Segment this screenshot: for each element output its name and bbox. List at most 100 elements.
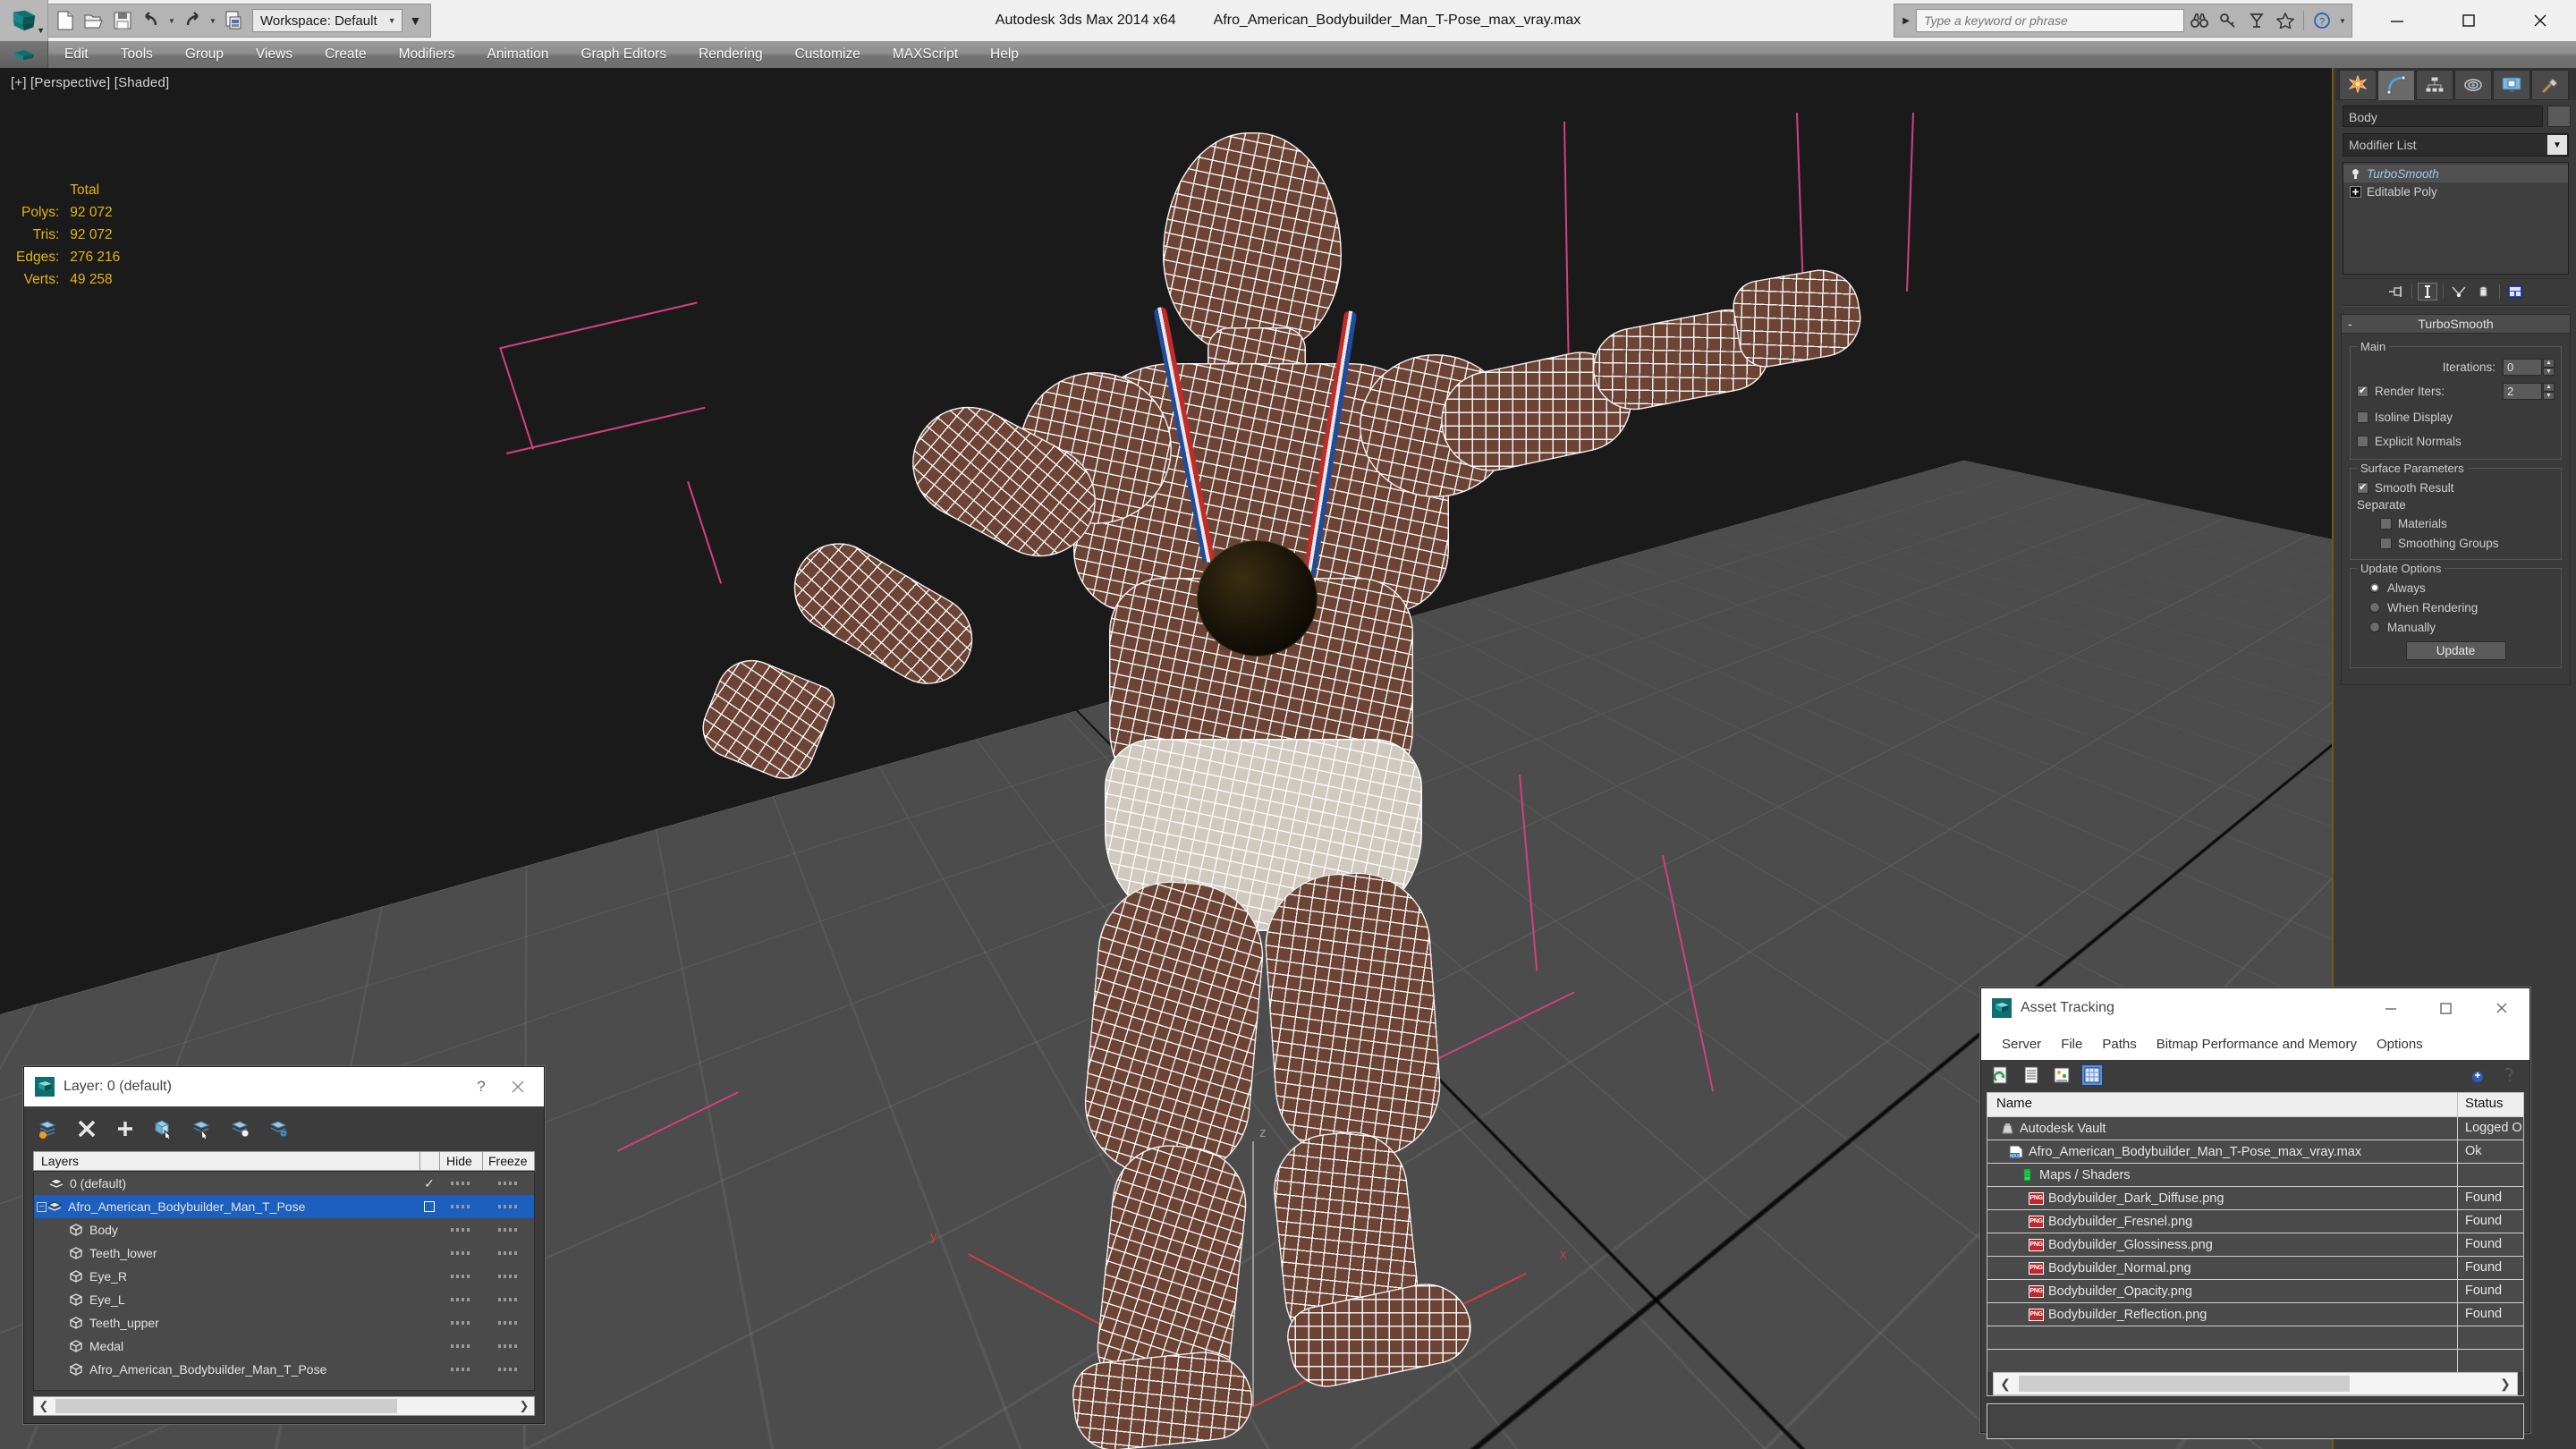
hide-toggle[interactable] — [439, 1298, 482, 1301]
maximize-button[interactable] — [2433, 0, 2504, 41]
modifier-stack[interactable]: TurboSmooth Editable Poly — [2343, 162, 2569, 275]
help-icon[interactable]: ? — [465, 1078, 497, 1096]
menu-file[interactable]: File — [2051, 1037, 2092, 1052]
asset-tracking-titlebar[interactable]: Asset Tracking — [1981, 988, 2529, 1028]
menu-modifiers[interactable]: Modifiers — [383, 41, 471, 68]
separate-materials-row[interactable]: Materials — [2380, 514, 2555, 532]
communication-center-icon[interactable] — [2243, 7, 2270, 34]
update-manually-row[interactable]: Manually — [2369, 618, 2555, 636]
isoline-display-checkbox[interactable] — [2357, 411, 2368, 423]
update-always-row[interactable]: Always — [2369, 579, 2555, 597]
asset-row[interactable]: PNG Bodybuilder_Normal.png Found — [1987, 1256, 2523, 1279]
iterations-spinner[interactable]: 0 ▲ ▼ — [2503, 359, 2555, 376]
update-manually-radio[interactable] — [2369, 622, 2380, 632]
render-iters-value[interactable]: 2 — [2503, 383, 2542, 400]
select-highlighted-objects-icon[interactable] — [191, 1117, 214, 1140]
asset-tracking-table[interactable]: Name Status Autodesk Vault Logged O MAX — [1987, 1092, 2524, 1396]
select-objects-in-layer-icon[interactable] — [152, 1117, 175, 1140]
refresh-icon[interactable] — [1990, 1064, 2012, 1086]
explicit-normals-row[interactable]: Explicit Normals — [2357, 431, 2555, 452]
hide-toggle[interactable] — [439, 1182, 482, 1185]
add-selection-to-layer-icon[interactable] — [114, 1117, 137, 1140]
freeze-toggle[interactable] — [482, 1344, 534, 1348]
scrollbar-thumb[interactable] — [2019, 1376, 2350, 1392]
show-end-result-icon[interactable] — [2418, 283, 2437, 301]
layer-row[interactable]: Eye_L — [34, 1288, 534, 1311]
freeze-toggle[interactable] — [482, 1321, 534, 1325]
modifier-stack-item-editable-poly[interactable]: Editable Poly — [2343, 182, 2568, 200]
update-always-radio[interactable] — [2369, 582, 2380, 593]
object-name-field[interactable]: Body — [2343, 106, 2543, 127]
menu-animation[interactable]: Animation — [471, 41, 565, 68]
search-binoculars-icon[interactable] — [2186, 7, 2213, 34]
layer-row[interactable]: Eye_R — [34, 1265, 534, 1288]
hide-toggle[interactable] — [439, 1251, 482, 1255]
utilities-tab[interactable] — [2531, 70, 2569, 100]
redo-dropdown-icon[interactable]: ▼ — [208, 17, 218, 25]
subscription-key-icon[interactable] — [2215, 7, 2241, 34]
minimize-button[interactable] — [2361, 0, 2433, 41]
separate-materials-checkbox[interactable] — [2380, 517, 2392, 530]
paths-view-icon[interactable] — [2051, 1064, 2072, 1086]
hierarchy-tab[interactable] — [2416, 70, 2453, 100]
menu-graph-editors[interactable]: Graph Editors — [564, 41, 682, 68]
help-dropdown-icon[interactable]: ▼ — [2337, 17, 2348, 25]
layer-dialog-titlebar[interactable]: Layer: 0 (default) ? — [24, 1067, 544, 1106]
collapse-icon[interactable]: − — [37, 1201, 47, 1212]
scroll-right-icon[interactable]: ❯ — [2494, 1377, 2517, 1392]
scroll-right-icon[interactable]: ❯ — [514, 1399, 534, 1413]
update-button[interactable]: Update — [2405, 641, 2506, 660]
make-unique-icon[interactable] — [2449, 283, 2469, 301]
freeze-toggle[interactable] — [482, 1205, 534, 1208]
modifier-list-dropdown[interactable]: Modifier List ▼ — [2343, 133, 2569, 157]
asset-tracking-dialog[interactable]: Asset Tracking Server File Paths Bitmap … — [1980, 987, 2530, 1439]
modifier-stack-item-turbosmooth[interactable]: TurboSmooth — [2343, 165, 2568, 182]
favorites-star-icon[interactable] — [2272, 7, 2299, 34]
menu-maxscript[interactable]: MAXScript — [877, 41, 974, 68]
update-when-rendering-radio[interactable] — [2369, 602, 2380, 613]
remove-modifier-icon[interactable] — [2474, 283, 2494, 301]
asset-row[interactable]: PNG Bodybuilder_Dark_Diffuse.png Found — [1987, 1186, 2523, 1209]
freeze-toggle[interactable] — [482, 1228, 534, 1232]
project-folder-icon[interactable] — [220, 7, 247, 34]
viewport-label[interactable]: [+] [Perspective] [Shaded] — [11, 75, 169, 90]
menu-customize[interactable]: Customize — [779, 41, 877, 68]
asset-row[interactable]: PNG Bodybuilder_Fresnel.png Found — [1987, 1209, 2523, 1233]
menu-bitmap-performance[interactable]: Bitmap Performance and Memory — [2147, 1037, 2367, 1052]
save-file-icon[interactable] — [109, 7, 136, 34]
asset-row-empty[interactable] — [1987, 1326, 2523, 1349]
asset-row[interactable]: PNG Bodybuilder_Reflection.png Found — [1987, 1302, 2523, 1326]
asset-table-horizontal-scrollbar[interactable]: ❮ ❯ — [1993, 1372, 2518, 1395]
current-layer-check[interactable]: ✓ — [419, 1176, 439, 1191]
menu-group[interactable]: Group — [169, 41, 240, 68]
close-button[interactable] — [2504, 0, 2576, 41]
spinner-up-icon[interactable]: ▲ — [2543, 383, 2555, 392]
maximize-button[interactable] — [2419, 988, 2474, 1028]
freeze-toggle[interactable] — [482, 1368, 534, 1371]
asset-row[interactable]: PNG Bodybuilder_Opacity.png Found — [1987, 1279, 2523, 1302]
freeze-toggle[interactable] — [482, 1275, 534, 1278]
close-button[interactable] — [2474, 988, 2529, 1028]
redo-icon[interactable] — [179, 7, 206, 34]
rollout-header[interactable]: - TurboSmooth — [2341, 314, 2571, 334]
menu-rendering[interactable]: Rendering — [682, 41, 779, 68]
menu-edit[interactable]: Edit — [48, 41, 105, 68]
create-new-layer-icon[interactable] — [37, 1117, 60, 1140]
spinner-up-icon[interactable]: ▲ — [2543, 359, 2555, 368]
close-icon[interactable] — [497, 1080, 538, 1094]
freeze-toggle[interactable] — [482, 1298, 534, 1301]
layer-row[interactable]: 0 (default) ✓ — [34, 1172, 534, 1195]
scrollbar-thumb[interactable] — [55, 1399, 397, 1413]
update-when-rendering-row[interactable]: When Rendering — [2369, 598, 2555, 616]
layer-row[interactable]: Teeth_upper — [34, 1311, 534, 1335]
render-iters-checkbox[interactable]: ✔ — [2357, 386, 2368, 397]
chevron-down-icon[interactable]: ▼ — [2547, 135, 2567, 155]
create-tab[interactable] — [2339, 70, 2377, 100]
asset-row[interactable]: MAX Afro_American_Bodybuilder_Man_T-Pose… — [1987, 1140, 2523, 1163]
spinner-arrows[interactable]: ▲ ▼ — [2543, 359, 2555, 376]
search-input[interactable] — [1916, 9, 2184, 32]
qat-overflow-button[interactable]: ▼ — [404, 13, 428, 28]
hide-toggle[interactable] — [439, 1228, 482, 1232]
smooth-result-row[interactable]: ✔ Smooth Result — [2357, 479, 2555, 496]
grid-view-icon[interactable] — [2081, 1064, 2103, 1086]
